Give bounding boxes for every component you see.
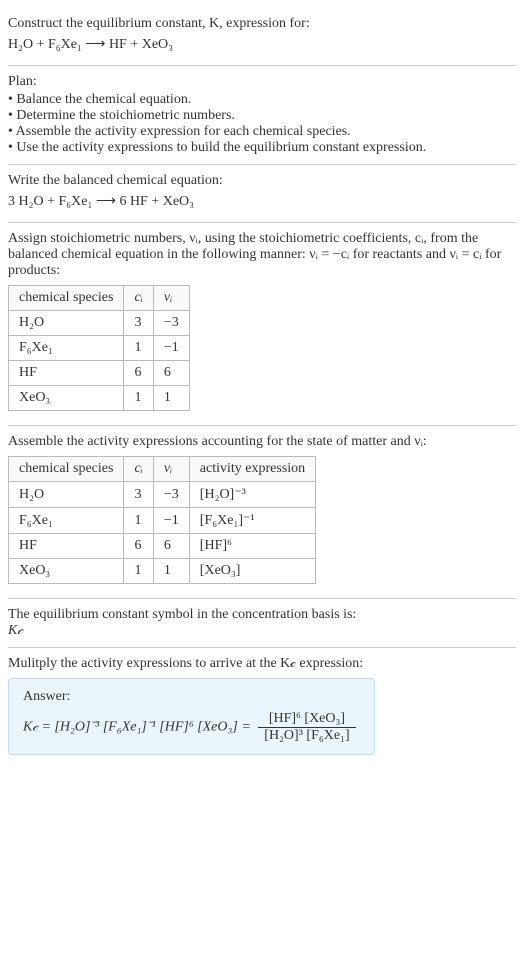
table-row: F₆Xe₁ 1 −1 [F₆Xe₁]⁻¹ <box>9 508 316 534</box>
intro-equation: H₂O + F₆Xe₁ ⟶ HF + XeO₃ <box>8 36 516 53</box>
cell-species: H₂O <box>9 311 124 336</box>
answer-lhs: K𝒸 = [H₂O]⁻³ [F₆Xe₁]⁻¹ [HF]⁶ [XeO₃] = <box>23 720 254 735</box>
cell-ci: 1 <box>124 559 153 584</box>
col-vi: νᵢ <box>153 286 189 311</box>
table-row: F₆Xe₁ 1 −1 <box>9 336 190 361</box>
cell-vi: 1 <box>153 386 189 411</box>
multiply-section: Mulitply the activity expressions to arr… <box>8 648 516 769</box>
plan-section: Plan: • Balance the chemical equation. •… <box>8 66 516 165</box>
table-row: XeO₃ 1 1 <box>9 386 190 411</box>
col-ci: cᵢ <box>124 286 153 311</box>
cell-activity: [H₂O]⁻³ <box>189 482 315 508</box>
col-species: chemical species <box>9 457 124 482</box>
fraction-numerator: [HF]⁶ [XeO₃] <box>258 711 355 728</box>
cell-ci: 3 <box>124 311 153 336</box>
cell-species: F₆Xe₁ <box>9 508 124 534</box>
fraction-denominator: [H₂O]³ [F₆Xe₁] <box>258 728 355 744</box>
table-row: XeO₃ 1 1 [XeO₃] <box>9 559 316 584</box>
table-row: HF 6 6 [HF]⁶ <box>9 534 316 559</box>
intro-section: Construct the equilibrium constant, K, e… <box>8 8 516 66</box>
cell-activity: [HF]⁶ <box>189 534 315 559</box>
cell-species: HF <box>9 361 124 386</box>
cell-activity: [XeO₃] <box>189 559 315 584</box>
activity-text: Assemble the activity expressions accoun… <box>8 434 516 450</box>
cell-vi: −1 <box>153 336 189 361</box>
stoich-section: Assign stoichiometric numbers, νᵢ, using… <box>8 223 516 426</box>
cell-activity: [F₆Xe₁]⁻¹ <box>189 508 315 534</box>
stoich-text: Assign stoichiometric numbers, νᵢ, using… <box>8 231 516 279</box>
table-header-row: chemical species cᵢ νᵢ <box>9 286 190 311</box>
cell-vi: −3 <box>153 482 189 508</box>
cell-species: H₂O <box>9 482 124 508</box>
cell-ci: 1 <box>124 508 153 534</box>
answer-expression: K𝒸 = [H₂O]⁻³ [F₆Xe₁]⁻¹ [HF]⁶ [XeO₃] = [H… <box>23 711 360 744</box>
symbol-line1: The equilibrium constant symbol in the c… <box>8 607 516 623</box>
cell-vi: 6 <box>153 361 189 386</box>
col-ci: cᵢ <box>124 457 153 482</box>
table-row: H₂O 3 −3 <box>9 311 190 336</box>
plan-title: Plan: <box>8 74 516 90</box>
cell-species: XeO₃ <box>9 559 124 584</box>
table-row: HF 6 6 <box>9 361 190 386</box>
balanced-title: Write the balanced chemical equation: <box>8 173 516 189</box>
cell-ci: 1 <box>124 386 153 411</box>
cell-vi: −1 <box>153 508 189 534</box>
cell-species: XeO₃ <box>9 386 124 411</box>
symbol-line2: K𝒸 <box>8 623 516 639</box>
answer-box: Answer: K𝒸 = [H₂O]⁻³ [F₆Xe₁]⁻¹ [HF]⁶ [Xe… <box>8 678 375 755</box>
plan-item-3: • Assemble the activity expression for e… <box>8 124 516 140</box>
col-activity: activity expression <box>189 457 315 482</box>
cell-ci: 6 <box>124 534 153 559</box>
cell-ci: 1 <box>124 336 153 361</box>
col-species: chemical species <box>9 286 124 311</box>
activity-section: Assemble the activity expressions accoun… <box>8 426 516 599</box>
symbol-section: The equilibrium constant symbol in the c… <box>8 599 516 648</box>
cell-vi: 1 <box>153 559 189 584</box>
stoich-table: chemical species cᵢ νᵢ H₂O 3 −3 F₆Xe₁ 1 … <box>8 285 190 411</box>
activity-table: chemical species cᵢ νᵢ activity expressi… <box>8 456 316 584</box>
intro-line: Construct the equilibrium constant, K, e… <box>8 16 516 32</box>
table-row: H₂O 3 −3 [H₂O]⁻³ <box>9 482 316 508</box>
answer-fraction: [HF]⁶ [XeO₃] [H₂O]³ [F₆Xe₁] <box>258 711 355 744</box>
multiply-text: Mulitply the activity expressions to arr… <box>8 656 516 672</box>
cell-vi: 6 <box>153 534 189 559</box>
intro-text: Construct the equilibrium constant, K, e… <box>8 16 310 31</box>
cell-species: F₆Xe₁ <box>9 336 124 361</box>
plan-item-4: • Use the activity expressions to build … <box>8 140 516 156</box>
table-header-row: chemical species cᵢ νᵢ activity expressi… <box>9 457 316 482</box>
cell-species: HF <box>9 534 124 559</box>
plan-item-1: • Balance the chemical equation. <box>8 92 516 108</box>
answer-label: Answer: <box>23 689 360 705</box>
balanced-equation: 3 H₂O + F₆Xe₁ ⟶ 6 HF + XeO₃ <box>8 193 516 210</box>
col-vi: νᵢ <box>153 457 189 482</box>
cell-ci: 3 <box>124 482 153 508</box>
plan-item-2: • Determine the stoichiometric numbers. <box>8 108 516 124</box>
cell-ci: 6 <box>124 361 153 386</box>
cell-vi: −3 <box>153 311 189 336</box>
balanced-section: Write the balanced chemical equation: 3 … <box>8 165 516 223</box>
